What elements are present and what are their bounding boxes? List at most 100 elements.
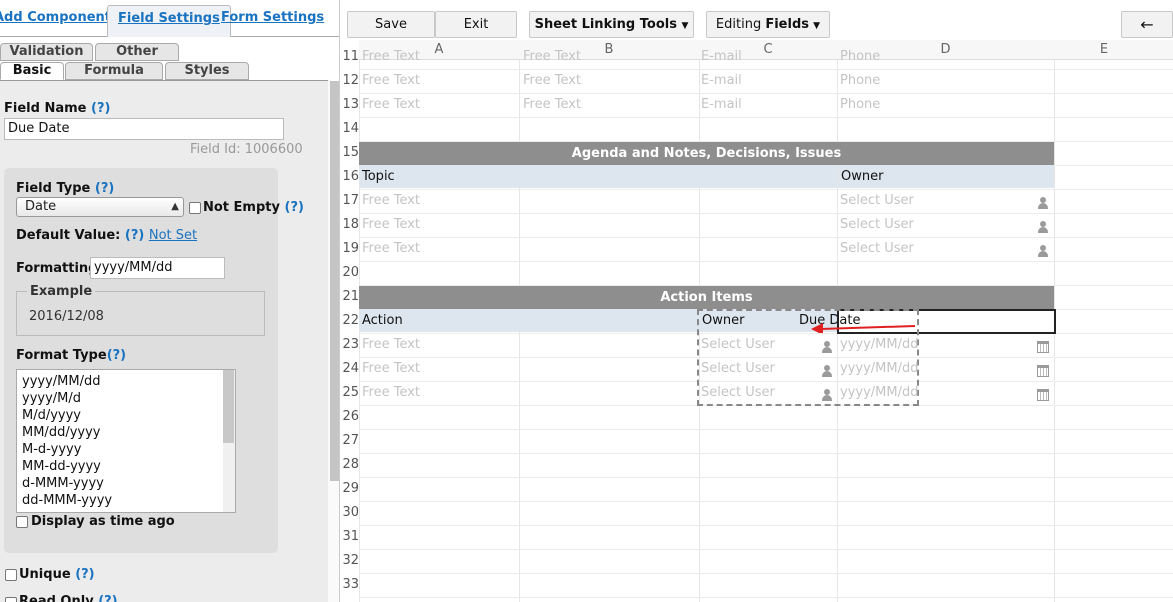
row-header-32[interactable]: 32 — [341, 553, 359, 568]
row-header-22[interactable]: 22 — [341, 313, 359, 328]
display-time-ago-checkbox[interactable] — [16, 516, 28, 528]
row-header-14[interactable]: 14 — [341, 121, 359, 136]
editing-fields-button[interactable]: Editing Fields ▼ — [706, 11, 830, 38]
agenda-section-header[interactable]: Agenda and Notes, Decisions, Issues — [359, 142, 1054, 165]
row-header-27[interactable]: 27 — [341, 433, 359, 448]
not-empty-checkbox[interactable] — [189, 202, 201, 214]
cell-select-user[interactable]: Select User — [840, 237, 914, 261]
field-name-input[interactable]: Due Date — [4, 118, 284, 140]
tab-other[interactable]: Other — [95, 43, 179, 61]
spreadsheet-grid[interactable]: A B C D E 11 12 13 14 15 16 17 18 19 20 21 22 23 24 25… — [341, 40, 1173, 602]
cell-free-text[interactable]: Free Text — [362, 69, 420, 93]
cell-free-text[interactable]: Free Text — [523, 69, 581, 93]
cell-email[interactable]: E-mail — [701, 69, 742, 93]
cell-select-user[interactable]: Select User — [701, 381, 775, 405]
field-type-value: Date — [25, 199, 57, 214]
cell-free-text[interactable]: Free Text — [362, 381, 420, 405]
cell-date[interactable]: yyyy/MM/dd — [840, 381, 918, 405]
row-header-21[interactable]: 21 — [341, 289, 359, 304]
format-list-scrollbar-thumb[interactable] — [223, 370, 234, 443]
row-header-16[interactable]: 16 — [341, 169, 359, 184]
format-type-help[interactable]: (?) — [107, 348, 126, 363]
tab-add-components[interactable]: Add Components — [0, 5, 119, 37]
row-header-20[interactable]: 20 — [341, 265, 359, 280]
save-button[interactable]: Save — [347, 11, 435, 38]
row-header-19[interactable]: 19 — [341, 241, 359, 256]
tab-validation[interactable]: Validation — [0, 43, 93, 61]
row-header-30[interactable]: 30 — [341, 505, 359, 520]
row-header-23[interactable]: 23 — [341, 337, 359, 352]
back-arrow-button[interactable]: ← — [1121, 11, 1173, 38]
field-settings-panel: Add Components Field Settings Form Setti… — [0, 0, 340, 602]
cell-date[interactable]: yyyy/MM/dd — [840, 333, 918, 357]
unique-help[interactable]: (?) — [75, 567, 94, 582]
read-only-help[interactable]: (?) — [98, 594, 117, 602]
tab-formula[interactable]: Formula — [65, 62, 163, 80]
unique-checkbox[interactable] — [5, 569, 17, 581]
cell-free-text[interactable]: Free Text — [523, 93, 581, 117]
cell-free-text[interactable]: Free Text — [362, 333, 420, 357]
read-only-checkbox[interactable] — [5, 597, 17, 602]
cell-free-text[interactable]: Free Text — [362, 45, 420, 69]
action-items-section-header[interactable]: Action Items — [359, 286, 1054, 309]
cell-free-text[interactable]: Free Text — [362, 237, 420, 261]
field-type-help[interactable]: (?) — [95, 181, 114, 196]
formatting-input[interactable]: yyyy/MM/dd — [90, 257, 225, 279]
row-header-12[interactable]: 12 — [341, 73, 359, 88]
cell-select-user[interactable]: Select User — [701, 333, 775, 357]
row-header-24[interactable]: 24 — [341, 361, 359, 376]
cell-free-text[interactable]: Free Text — [362, 357, 420, 381]
cell-phone[interactable]: Phone — [840, 93, 880, 117]
field-name-help[interactable]: (?) — [91, 101, 110, 116]
tab-field-settings[interactable]: Field Settings — [107, 5, 231, 37]
cell-date[interactable]: yyyy/MM/dd — [840, 357, 918, 381]
cell-free-text[interactable]: Free Text — [523, 45, 581, 69]
cell-phone[interactable]: Phone — [840, 69, 880, 93]
cell-free-text[interactable]: Free Text — [362, 93, 420, 117]
cell-free-text[interactable]: Free Text — [362, 189, 420, 213]
row-header-31[interactable]: 31 — [341, 529, 359, 544]
row-header-26[interactable]: 26 — [341, 409, 359, 424]
action-header[interactable]: Action — [359, 309, 699, 332]
format-option[interactable]: yyyy/MM/dd — [17, 373, 235, 390]
field-name-label: Field Name (?) — [4, 101, 111, 116]
cell-email[interactable]: E-mail — [701, 45, 742, 69]
cell-email[interactable]: E-mail — [701, 93, 742, 117]
row-header-28[interactable]: 28 — [341, 457, 359, 472]
format-option[interactable]: M/d/yyyy — [17, 407, 235, 424]
cell-phone[interactable]: Phone — [840, 45, 880, 69]
row-header-29[interactable]: 29 — [341, 481, 359, 496]
format-option[interactable]: yyyy/M/d — [17, 390, 235, 407]
topic-header[interactable]: Topic — [359, 165, 837, 188]
format-option[interactable]: MM/dd/yyyy — [17, 424, 235, 441]
sheet-linking-tools-button[interactable]: Sheet Linking Tools ▼ — [529, 11, 694, 38]
tab-styles[interactable]: Styles — [165, 62, 249, 80]
column-header-e[interactable]: E — [1054, 42, 1154, 60]
tab-basic[interactable]: Basic — [0, 62, 64, 80]
sheet-editor: Save Exit Sheet Linking Tools ▼ Editing … — [341, 0, 1173, 602]
not-empty-help[interactable]: (?) — [285, 200, 304, 215]
field-type-select[interactable]: Date ▲ — [16, 197, 184, 217]
tab-form-settings[interactable]: Form Settings — [221, 5, 324, 37]
panel-scrollbar-thumb[interactable] — [330, 81, 339, 481]
row-header-25[interactable]: 25 — [341, 385, 359, 400]
row-header-18[interactable]: 18 — [341, 217, 359, 232]
exit-button[interactable]: Exit — [435, 11, 517, 38]
cell-select-user[interactable]: Select User — [701, 357, 775, 381]
format-option[interactable]: MM-dd-yyyy — [17, 458, 235, 475]
cell-select-user[interactable]: Select User — [840, 213, 914, 237]
default-value-link[interactable]: Not Set — [149, 228, 197, 243]
cell-free-text[interactable]: Free Text — [362, 213, 420, 237]
row-header-17[interactable]: 17 — [341, 193, 359, 208]
row-header-33[interactable]: 33 — [341, 577, 359, 592]
format-type-list[interactable]: yyyy/MM/dd yyyy/M/d M/d/yyyy MM/dd/yyyy M-d-… — [16, 369, 236, 513]
format-option[interactable]: M-d-yyyy — [17, 441, 235, 458]
cell-select-user[interactable]: Select User — [840, 189, 914, 213]
format-option[interactable]: d-MMM-yyyy — [17, 475, 235, 492]
row-header-11[interactable]: 11 — [341, 49, 359, 64]
owner-header[interactable]: Owner — [838, 165, 1054, 188]
row-header-13[interactable]: 13 — [341, 97, 359, 112]
default-value-help[interactable]: (?) — [125, 228, 144, 243]
row-header-15[interactable]: 15 — [341, 145, 359, 160]
format-option[interactable]: dd-MMM-yyyy — [17, 492, 235, 509]
